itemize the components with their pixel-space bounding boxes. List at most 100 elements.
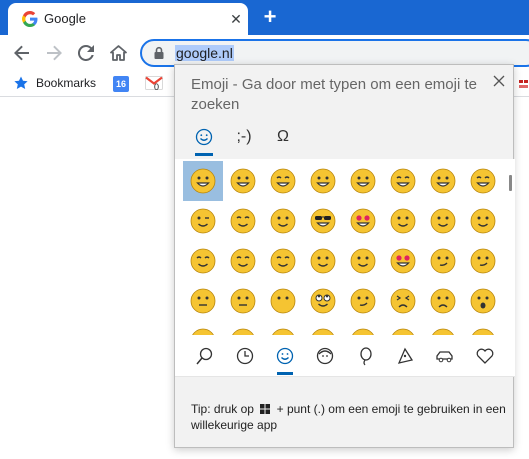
category-balloon[interactable] xyxy=(355,346,375,366)
emoji-hugging[interactable] xyxy=(343,241,383,281)
rofl-icon xyxy=(310,168,336,194)
smirk-icon xyxy=(350,288,376,314)
emoji-sweat-smile[interactable] xyxy=(423,161,463,201)
emoji-raised-eyebrow[interactable] xyxy=(463,241,503,281)
smiling-icon xyxy=(230,248,256,274)
address-bar[interactable]: google.nl xyxy=(140,39,529,67)
face-icon xyxy=(432,328,454,335)
emoji-grid xyxy=(183,161,503,335)
face-icon xyxy=(272,328,294,335)
tab-strip: Google ✕ + xyxy=(0,0,529,35)
emoji-partial[interactable] xyxy=(463,321,503,335)
star-icon xyxy=(14,76,28,89)
tab-title: Google xyxy=(44,11,86,26)
category-search[interactable] xyxy=(195,346,215,366)
sweat-smile-icon xyxy=(430,168,456,194)
google-logo-icon xyxy=(22,11,38,27)
new-tab-button[interactable]: + xyxy=(258,6,282,30)
emoji-partial[interactable] xyxy=(423,321,463,335)
emoji-persevere[interactable] xyxy=(383,281,423,321)
emoji-thinking[interactable] xyxy=(423,241,463,281)
yum-icon xyxy=(270,208,296,234)
emoji-no-mouth[interactable] xyxy=(263,281,303,321)
emoji-laughing[interactable] xyxy=(463,161,503,201)
close-icon[interactable] xyxy=(491,73,507,89)
category-heart[interactable] xyxy=(475,346,495,366)
category-smiley[interactable] xyxy=(275,346,295,375)
emoji-partial[interactable] xyxy=(383,321,423,335)
emoji-joy[interactable] xyxy=(263,161,303,201)
emoji-heart-eyes[interactable] xyxy=(343,201,383,241)
bookmark-icon[interactable] xyxy=(519,78,529,92)
persevere-icon xyxy=(390,288,416,314)
emoji-slight-smile[interactable] xyxy=(303,241,343,281)
category-people[interactable] xyxy=(315,346,335,366)
expressionless-icon xyxy=(230,288,256,314)
search-icon xyxy=(196,347,213,365)
bookmarks-label: Bookmarks xyxy=(36,76,97,90)
emoji-kissing-heart[interactable] xyxy=(383,201,423,241)
emoji-open-mouth[interactable] xyxy=(463,281,503,321)
emoji-smirk[interactable] xyxy=(343,281,383,321)
emoji-grinning[interactable] xyxy=(183,161,223,201)
face-icon xyxy=(392,328,414,335)
face-icon xyxy=(352,328,374,335)
slight-smile-icon xyxy=(310,248,336,274)
category-recent[interactable] xyxy=(235,346,255,366)
emoji-rofl[interactable] xyxy=(303,161,343,201)
home-button[interactable] xyxy=(106,41,130,65)
reload-button[interactable] xyxy=(74,41,98,65)
emoji-star-struck[interactable] xyxy=(383,241,423,281)
emoji-eye-roll[interactable] xyxy=(303,281,343,321)
emoji-wink[interactable] xyxy=(183,201,223,241)
emoji-partial[interactable] xyxy=(343,321,383,335)
windows-logo-icon xyxy=(260,404,271,414)
face-icon xyxy=(472,328,494,335)
emoji-smiling[interactable] xyxy=(223,241,263,281)
calendar-icon[interactable]: 16 xyxy=(113,76,129,92)
emoji-disappointed-relieved[interactable] xyxy=(423,281,463,321)
blush-icon xyxy=(230,208,256,234)
emoji-grid-area xyxy=(175,159,515,335)
hugging-icon xyxy=(350,248,376,274)
lock-icon xyxy=(154,46,164,59)
heart-eyes-icon xyxy=(350,208,376,234)
emoji-partial[interactable] xyxy=(183,321,223,335)
emoji-innocent[interactable] xyxy=(183,241,223,281)
emoji-hugging-hand[interactable] xyxy=(463,201,503,241)
tip-prefix: Tip: druk op xyxy=(191,402,254,416)
smiley-icon xyxy=(195,128,213,146)
close-tab-icon[interactable]: ✕ xyxy=(228,11,244,27)
forward-button[interactable] xyxy=(42,41,66,65)
tab-kaomoji[interactable]: ;-) xyxy=(231,124,257,150)
category-pizza[interactable] xyxy=(395,346,415,366)
emoji-type-tabs: ;-) Ω xyxy=(175,120,515,158)
emoji-grinning-big[interactable] xyxy=(223,161,263,201)
emoji-partial[interactable] xyxy=(223,321,263,335)
star-struck-icon xyxy=(390,248,416,274)
emoji-partial[interactable] xyxy=(263,321,303,335)
emoji-partial[interactable] xyxy=(303,321,343,335)
raised-eyebrow-icon xyxy=(470,248,496,274)
emoji-sunglasses[interactable] xyxy=(303,201,343,241)
back-button[interactable] xyxy=(10,41,34,65)
emoji-yum[interactable] xyxy=(263,201,303,241)
emoji-kissing-hearts[interactable] xyxy=(423,201,463,241)
tab-symbols[interactable]: Ω xyxy=(273,124,293,150)
emoji-grin[interactable] xyxy=(383,161,423,201)
heart-icon xyxy=(476,348,494,364)
bookmarks-folder[interactable]: Bookmarks xyxy=(14,76,96,90)
emoji-neutral[interactable] xyxy=(183,281,223,321)
scrollbar[interactable] xyxy=(509,175,512,191)
no-mouth-icon xyxy=(270,288,296,314)
emoji-blush[interactable] xyxy=(223,201,263,241)
category-car[interactable] xyxy=(435,346,455,366)
tab-emoji[interactable] xyxy=(193,124,215,156)
browser-tab[interactable]: Google ✕ xyxy=(8,3,248,35)
emoji-expressionless[interactable] xyxy=(223,281,263,321)
emoji-relaxed[interactable] xyxy=(263,241,303,281)
url-text[interactable]: google.nl xyxy=(175,45,234,61)
emoji-smiley[interactable] xyxy=(343,161,383,201)
reload-icon xyxy=(78,45,94,61)
face-icon xyxy=(312,328,334,335)
